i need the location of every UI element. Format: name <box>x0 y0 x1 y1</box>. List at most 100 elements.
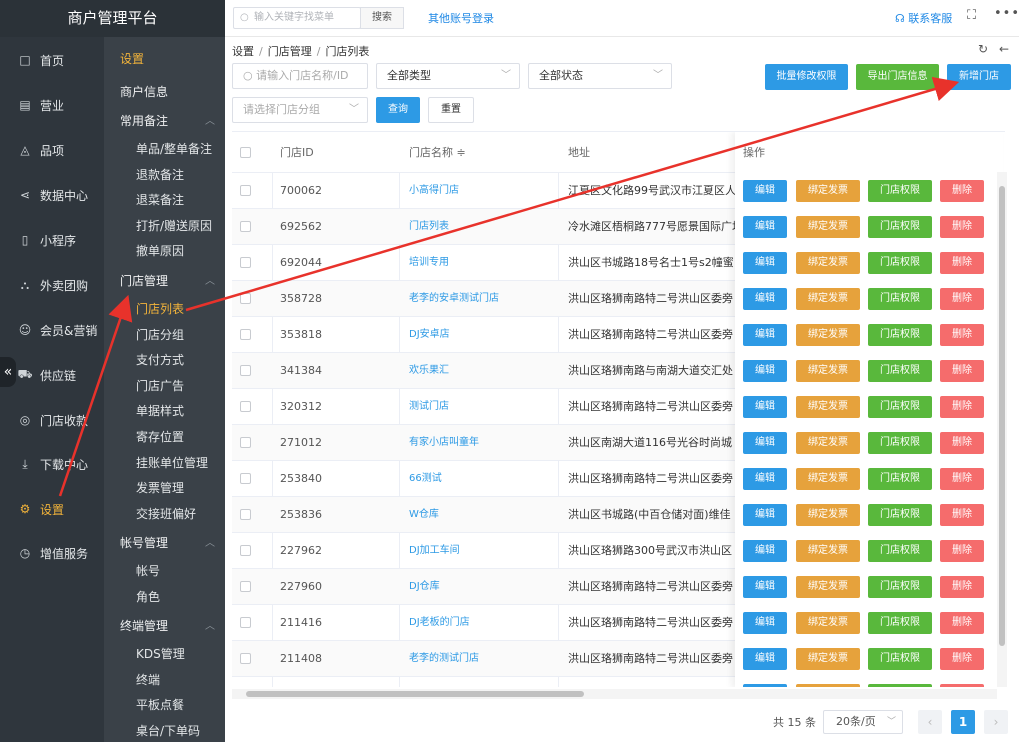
submenu-item[interactable]: 撤单原因 <box>136 242 184 259</box>
store-type-select[interactable]: 全部类型 ﹀ <box>376 63 520 89</box>
store-permission-button[interactable]: 门店权限 <box>868 504 932 526</box>
row-checkbox[interactable] <box>240 257 251 268</box>
edit-button-partial[interactable] <box>743 684 787 687</box>
cell-store-name[interactable]: 小高得门店 <box>409 173 559 209</box>
cell-store-name[interactable]: 欢乐果汇 <box>409 353 559 389</box>
edit-button[interactable]: 编辑 <box>743 180 787 202</box>
submenu-item[interactable]: 帐号 <box>136 562 160 579</box>
bind-invoice-button[interactable]: 绑定发票 <box>796 468 860 490</box>
store-permission-button[interactable]: 门店权限 <box>868 540 932 562</box>
reset-button[interactable]: 重置 <box>428 97 474 123</box>
contact-support-link[interactable]: ☊ 联系客服 <box>895 10 952 26</box>
row-checkbox[interactable] <box>240 617 251 628</box>
submenu-group-3[interactable]: 终端管理 ︿ <box>120 617 215 634</box>
breadcrumb-settings[interactable]: 设置 <box>232 45 254 58</box>
bind-invoice-button[interactable]: 绑定发票 <box>796 396 860 418</box>
cell-store-name[interactable]: W仓库 <box>409 497 559 533</box>
query-button[interactable]: 查询 <box>376 97 420 123</box>
store-permission-button[interactable]: 门店权限 <box>868 612 932 634</box>
cell-store-name[interactable]: 门店列表 <box>409 209 559 245</box>
sidebar-item-8[interactable]: ◎ 门店收款 <box>0 398 104 442</box>
cell-store-name[interactable]: DJ加工车间 <box>409 533 559 569</box>
delete-button[interactable]: 删除 <box>940 396 984 418</box>
store-permission-button[interactable]: 门店权限 <box>868 360 932 382</box>
cell-store-name[interactable]: 66测试 <box>409 461 559 497</box>
store-permission-button[interactable]: 门店权限 <box>868 576 932 598</box>
delete-button[interactable]: 删除 <box>940 360 984 382</box>
submenu-item[interactable]: 角色 <box>136 588 160 605</box>
edit-button[interactable]: 编辑 <box>743 504 787 526</box>
edit-button[interactable]: 编辑 <box>743 540 787 562</box>
row-checkbox[interactable] <box>240 581 251 592</box>
bind-invoice-button[interactable]: 绑定发票 <box>796 576 860 598</box>
delete-button[interactable]: 删除 <box>940 540 984 562</box>
bind-invoice-button[interactable]: 绑定发票 <box>796 504 860 526</box>
row-checkbox[interactable] <box>240 293 251 304</box>
breadcrumb-store-management[interactable]: 门店管理 <box>268 45 312 58</box>
sidebar-item-11[interactable]: ◷ 增值服务 <box>0 531 104 575</box>
submenu-item[interactable]: 平板点餐 <box>136 696 184 713</box>
cell-store-name[interactable]: DJ安卓店 <box>409 317 559 353</box>
submenu-item[interactable]: 门店广告 <box>136 377 184 394</box>
submenu-group-0[interactable]: 常用备注 ︿ <box>120 112 215 129</box>
vertical-scrollbar[interactable] <box>997 172 1007 687</box>
delete-button[interactable]: 删除 <box>940 180 984 202</box>
sidebar-item-10[interactable]: ⚙ 设置 <box>0 487 104 531</box>
bind-invoice-button[interactable]: 绑定发票 <box>796 540 860 562</box>
edit-button[interactable]: 编辑 <box>743 648 787 670</box>
store-permission-button[interactable]: 门店权限 <box>868 432 932 454</box>
cell-store-name[interactable]: DJ仓库 <box>409 569 559 605</box>
row-checkbox[interactable] <box>240 329 251 340</box>
column-store-name[interactable]: 门店名称 ≑ <box>409 132 466 173</box>
store-status-select[interactable]: 全部状态 ﹀ <box>528 63 672 89</box>
submenu-item[interactable]: 终端 <box>136 671 160 688</box>
row-checkbox[interactable] <box>240 185 251 196</box>
delete-button[interactable]: 删除 <box>940 612 984 634</box>
sidebar-item-9[interactable]: ⤓ 下载中心 <box>0 442 104 486</box>
delete-button[interactable]: 删除 <box>940 576 984 598</box>
back-arrow-icon[interactable]: ← <box>999 42 1009 56</box>
store-permission-button[interactable]: 门店权限 <box>868 288 932 310</box>
sidebar-item-2[interactable]: ◬ 品项 <box>0 128 104 172</box>
delete-button[interactable]: 删除 <box>940 504 984 526</box>
submenu-item[interactable]: 交接班偏好 <box>136 505 196 522</box>
cell-store-name[interactable]: DJ老板的门店 <box>409 605 559 641</box>
more-icon[interactable]: ••• <box>994 6 1019 21</box>
bind-invoice-button[interactable]: 绑定发票 <box>796 612 860 634</box>
row-checkbox[interactable] <box>240 509 251 520</box>
store-permission-button[interactable]: 门店权限 <box>868 252 932 274</box>
submenu-item[interactable]: 门店列表 <box>136 300 184 317</box>
bind-invoice-button[interactable]: 绑定发票 <box>796 216 860 238</box>
store-permission-button[interactable]: 门店权限 <box>868 396 932 418</box>
page-size-select[interactable]: 20条/页 ﹀ <box>823 710 903 734</box>
submenu-item[interactable]: 单品/整单备注 <box>136 140 212 157</box>
cell-store-name[interactable]: 老李的测试门店 <box>409 641 559 677</box>
submenu-group-2[interactable]: 帐号管理 ︿ <box>120 534 215 551</box>
row-checkbox[interactable] <box>240 473 251 484</box>
delete-button[interactable]: 删除 <box>940 432 984 454</box>
menu-search-input[interactable]: ○ 输入关键字找菜单 <box>233 7 361 29</box>
store-permission-button[interactable]: 门店权限 <box>868 468 932 490</box>
delete-button[interactable]: 删除 <box>940 324 984 346</box>
select-all-checkbox[interactable] <box>240 147 251 158</box>
fullscreen-icon[interactable]: ⛶ <box>967 8 976 23</box>
store-permission-button-partial[interactable] <box>868 684 932 687</box>
delete-button[interactable]: 删除 <box>940 252 984 274</box>
batch-modify-permissions-button[interactable]: 批量修改权限 <box>765 64 848 90</box>
submenu-item[interactable]: 单据样式 <box>136 402 184 419</box>
submenu-item[interactable]: 发票管理 <box>136 479 184 496</box>
bind-invoice-button[interactable]: 绑定发票 <box>796 432 860 454</box>
submenu-item[interactable]: 支付方式 <box>136 351 184 368</box>
store-permission-button[interactable]: 门店权限 <box>868 648 932 670</box>
export-store-info-button[interactable]: 导出门店信息 <box>856 64 939 90</box>
submenu-item[interactable]: 桌台/下单码 <box>136 722 200 739</box>
row-checkbox[interactable] <box>240 365 251 376</box>
edit-button[interactable]: 编辑 <box>743 468 787 490</box>
sidebar-item-0[interactable]: □ 首页 <box>0 38 104 82</box>
edit-button[interactable]: 编辑 <box>743 396 787 418</box>
edit-button[interactable]: 编辑 <box>743 216 787 238</box>
store-permission-button[interactable]: 门店权限 <box>868 324 932 346</box>
sidebar-item-6[interactable]: ☺ 会员&营销 <box>0 308 104 352</box>
edit-button[interactable]: 编辑 <box>743 432 787 454</box>
submenu-item[interactable]: 挂账单位管理 <box>136 454 208 471</box>
